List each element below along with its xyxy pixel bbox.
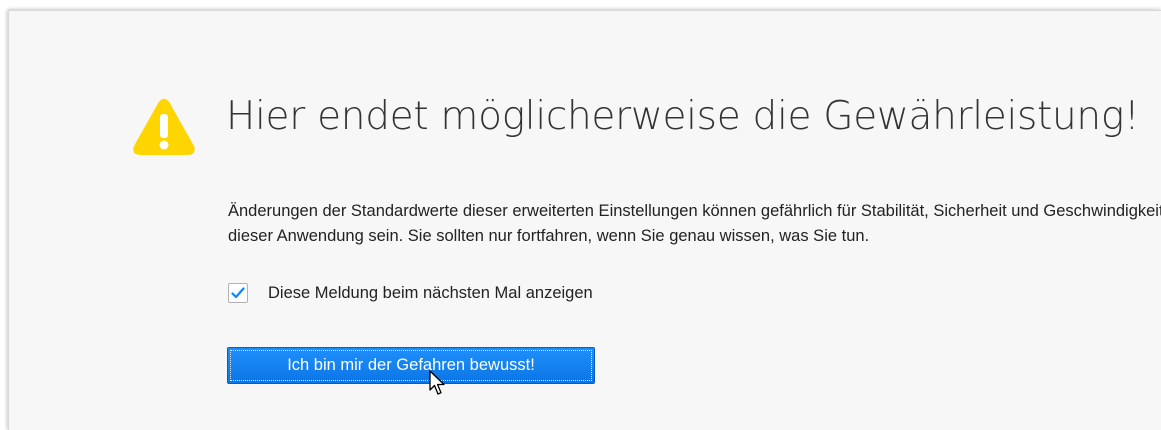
show-warning-checkbox-label[interactable]: Diese Meldung beim nächsten Mal anzeigen xyxy=(268,284,593,303)
accept-risk-button[interactable]: Ich bin mir der Gefahren bewusst! xyxy=(227,347,595,384)
show-warning-checkbox[interactable] xyxy=(228,283,248,303)
warning-panel: Hier endet möglicherweise die Gewährleis… xyxy=(8,10,1161,430)
checkmark-icon xyxy=(231,287,245,299)
show-warning-checkbox-row[interactable]: Diese Meldung beim nächsten Mal anzeigen xyxy=(228,281,593,305)
mouse-cursor-icon xyxy=(429,370,445,395)
warning-triangle-icon xyxy=(133,98,195,155)
page-title: Hier endet möglicherweise die Gewährleis… xyxy=(226,94,1140,139)
warning-description: Änderungen der Standardwerte dieser erwe… xyxy=(228,202,1161,245)
